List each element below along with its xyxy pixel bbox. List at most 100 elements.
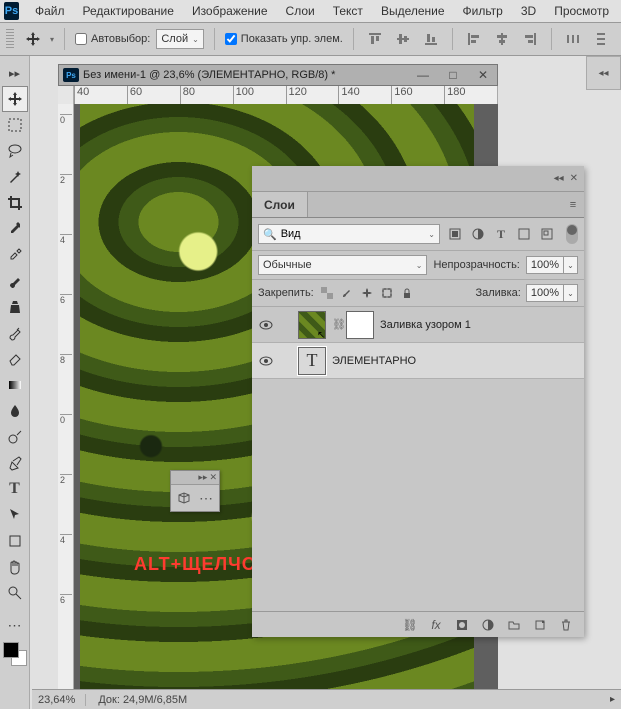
brush-tool[interactable] [2,268,28,294]
new-layer-icon[interactable] [532,617,548,633]
crop-tool[interactable] [2,190,28,216]
mask-icon[interactable] [454,617,470,633]
ruler-vertical[interactable]: 0 2 4 6 8 0 2 4 6 [58,104,74,694]
panel-collapse-icon[interactable]: ◂◂ [554,173,564,184]
filter-text-icon[interactable]: T [492,225,510,243]
show-controls-checkbox[interactable]: Показать упр. элем. [225,33,343,45]
blend-mode-select[interactable]: Обычные ⌄ [258,255,427,275]
opacity-input[interactable]: 100% ⌄ [526,256,578,274]
zoom-tool[interactable] [2,580,28,606]
lasso-tool[interactable] [2,138,28,164]
visibility-icon[interactable] [258,353,274,369]
3d-panel-icon[interactable] [175,489,193,507]
lock-transparency-icon[interactable] [319,285,335,301]
distribute-v-icon[interactable] [590,28,612,50]
lock-artboard-icon[interactable] [379,285,395,301]
chevron-down-icon[interactable]: ⌄ [563,284,577,302]
group-icon[interactable] [506,617,522,633]
path-select-tool[interactable] [2,502,28,528]
blur-tool[interactable] [2,398,28,424]
visibility-icon[interactable] [258,317,274,333]
autoselect-checkbox[interactable]: Автовыбор: [75,33,150,45]
filter-smart-icon[interactable] [538,225,556,243]
mini-collapse-icon[interactable]: ▸▸ [198,473,207,482]
move-tool-chip[interactable] [22,28,44,50]
panel-close-icon[interactable]: ✕ [570,173,578,184]
menu-3d[interactable]: 3D [513,2,544,20]
layer-thumbnail[interactable]: ↖ [298,311,326,339]
chevron-down-icon[interactable]: ⌄ [563,256,577,274]
eyedropper-tool[interactable] [2,216,28,242]
color-swatches[interactable] [3,642,27,666]
magic-wand-tool[interactable] [2,164,28,190]
mini-menu-icon[interactable]: ⋯ [197,489,215,507]
menu-edit[interactable]: Редактирование [75,2,182,20]
minimize-button[interactable]: — [413,68,433,82]
layer-name[interactable]: Заливка узором 1 [380,319,578,331]
layer-name[interactable]: ЭЛЕМЕНТАРНО [332,355,578,367]
clone-tool[interactable] [2,294,28,320]
collapsed-panel-dock[interactable]: ◂◂ [586,56,621,90]
menu-layers[interactable]: Слои [278,2,323,20]
layer-mask-thumbnail[interactable] [346,311,374,339]
move-tool[interactable] [2,86,28,112]
align-left-icon[interactable] [463,28,485,50]
dodge-tool[interactable] [2,424,28,450]
adjustment-icon[interactable] [480,617,496,633]
zoom-readout[interactable]: 23,64% [38,694,86,706]
link-layers-icon[interactable]: ⛓ [402,617,418,633]
lock-pixels-icon[interactable] [339,285,355,301]
menu-image[interactable]: Изображение [184,2,276,20]
menu-filter[interactable]: Фильтр [455,2,511,20]
fill-input[interactable]: 100% ⌄ [526,284,578,302]
delete-icon[interactable] [558,617,574,633]
ruler-horizontal[interactable]: 40 60 80 100 120 140 160 180 [58,86,498,104]
status-chevron-icon[interactable]: ▸ [610,694,615,705]
text-layer-thumbnail[interactable]: T [298,347,326,375]
menu-select[interactable]: Выделение [373,2,453,20]
layer-row[interactable]: T ЭЛЕМЕНТАРНО [252,343,584,379]
autoselect-scope-select[interactable]: Слой ⌄ [156,29,203,49]
healing-tool[interactable] [2,242,28,268]
eraser-tool[interactable] [2,346,28,372]
filter-shape-icon[interactable] [515,225,533,243]
ruler-v-tick: 6 [60,594,72,605]
mini-close-icon[interactable]: ✕ [209,473,217,482]
lock-position-icon[interactable] [359,285,375,301]
grip-icon[interactable] [6,29,14,49]
layer-filter-select[interactable]: 🔍 ⌄ [258,224,440,244]
filter-adjust-icon[interactable] [469,225,487,243]
fx-icon[interactable]: fx [428,617,444,633]
mini-palette[interactable]: ▸▸ ✕ ⋯ [170,470,220,512]
menu-text[interactable]: Текст [325,2,371,20]
maximize-button[interactable]: □ [443,68,463,82]
collapse-toolbox-icon[interactable]: ▸▸ [2,60,28,86]
align-vcenter-icon[interactable] [392,28,414,50]
text-tool[interactable]: T [2,476,28,502]
marquee-tool[interactable] [2,112,28,138]
align-hcenter-icon[interactable] [491,28,513,50]
layer-row[interactable]: ↖ ⛓ Заливка узором 1 [252,307,584,343]
gradient-tool[interactable] [2,372,28,398]
fg-color[interactable] [3,642,19,658]
link-icon[interactable]: ⛓ [332,318,340,331]
menu-view[interactable]: Просмотр [546,2,617,20]
align-right-icon[interactable] [519,28,541,50]
history-brush-tool[interactable] [2,320,28,346]
lock-all-icon[interactable] [399,285,415,301]
distribute-h-icon[interactable] [562,28,584,50]
shape-tool[interactable] [2,528,28,554]
tab-layers[interactable]: Слои [252,192,308,217]
edit-toolbar-icon[interactable]: ⋯ [2,612,28,638]
align-bottom-icon[interactable] [420,28,442,50]
layer-filter-input[interactable] [281,228,429,240]
align-top-icon[interactable] [364,28,386,50]
document-titlebar[interactable]: Ps Без имени-1 @ 23,6% (ЭЛЕМЕНТАРНО, RGB… [58,64,498,86]
pen-tool[interactable] [2,450,28,476]
hand-tool[interactable] [2,554,28,580]
menu-file[interactable]: Файл [27,2,73,20]
close-button[interactable]: ✕ [473,68,493,82]
filter-pixel-icon[interactable] [446,225,464,243]
filter-toggle[interactable] [566,224,578,244]
panel-menu-icon[interactable]: ≡ [562,192,584,217]
